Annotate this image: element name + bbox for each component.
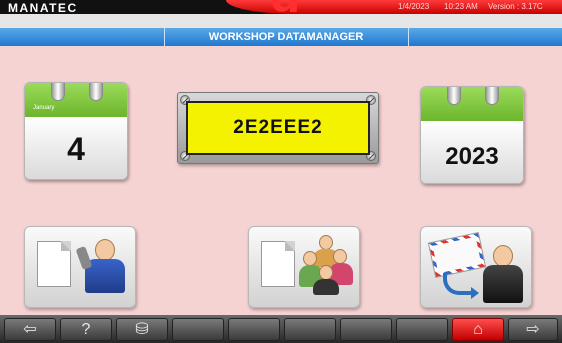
- database-delete-icon: ⛁: [135, 320, 149, 338]
- mechanic-data-button[interactable]: [24, 226, 136, 308]
- id-plate-display: 2E2EEE2: [186, 101, 370, 155]
- calendar-header: [421, 87, 523, 121]
- blank-button[interactable]: [396, 318, 448, 341]
- back-button[interactable]: ⇦: [4, 318, 56, 341]
- document-icon: [37, 241, 71, 287]
- calendar-ring: [447, 87, 461, 105]
- blank-button[interactable]: [228, 318, 280, 341]
- blank-button[interactable]: [340, 318, 392, 341]
- calendar-day-value: 4: [67, 131, 85, 167]
- blank-button[interactable]: [172, 318, 224, 341]
- home-button[interactable]: ⌂: [452, 318, 504, 341]
- status-date: 1/4/2023: [398, 2, 430, 11]
- document-icon: [261, 241, 295, 287]
- blank-button[interactable]: [284, 318, 336, 341]
- arrow-right-icon: ⇨: [526, 320, 540, 338]
- id-plate-value: 2E2EEE2: [233, 117, 323, 138]
- home-icon: ⌂: [473, 320, 483, 338]
- title-bar: WORKSHOP DATAMANAGER: [0, 28, 562, 46]
- database-delete-button[interactable]: ⛁: [116, 318, 168, 341]
- status-version: Version : 3.17C: [488, 2, 543, 11]
- calendar-ring: [51, 83, 65, 101]
- calendar-ring: [89, 83, 103, 101]
- email-contact-button[interactable]: [420, 226, 532, 308]
- forward-button[interactable]: ⇨: [508, 318, 558, 341]
- day-calendar[interactable]: January 4: [24, 82, 128, 180]
- users-data-button[interactable]: [248, 226, 360, 308]
- calendar-month: January: [33, 105, 55, 111]
- top-status-bar: MANATEC g 1/4/2023 10:23 AM Version : 3.…: [0, 0, 562, 15]
- arrow-left-icon: ⇦: [23, 320, 37, 338]
- status-time: 10:23 AM: [444, 2, 478, 11]
- bottom-toolbar: ⇦ ? ⛁ ⌂ ⇨: [0, 315, 562, 343]
- help-button[interactable]: ?: [60, 318, 112, 341]
- envelope-icon: [427, 231, 487, 279]
- manatec-logo: MANATEC: [8, 1, 78, 15]
- brand-mark: g: [240, 0, 330, 12]
- title-separator: [408, 28, 409, 46]
- id-plate[interactable]: 2E2EEE2: [177, 92, 379, 164]
- header-spacer: [0, 14, 562, 28]
- curved-arrow-icon: [443, 273, 479, 299]
- calendar-year-value: 2023: [445, 143, 499, 170]
- calendar-header: [25, 83, 127, 117]
- year-calendar[interactable]: 2023: [420, 86, 524, 184]
- page-title: WORKSHOP DATAMANAGER: [208, 31, 364, 43]
- calendar-ring: [485, 87, 499, 105]
- help-icon: ?: [81, 320, 91, 338]
